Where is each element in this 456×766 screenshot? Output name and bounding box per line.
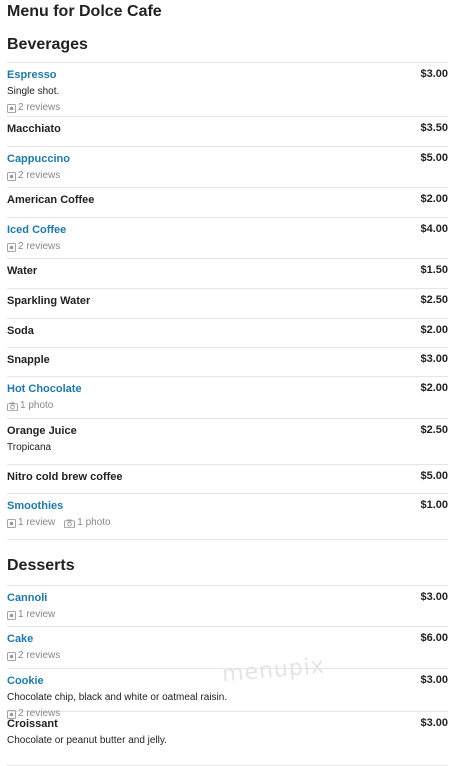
reviews-count: 2 reviews <box>18 650 61 661</box>
menu-item-price: $1.00 <box>420 499 448 511</box>
menu-item-price: $4.00 <box>420 223 448 235</box>
menu-item-name: American Coffee <box>7 194 95 206</box>
menu-item: Sparkling Water $2.50 <box>7 289 448 319</box>
reviews-link[interactable]: 2 reviews <box>6 170 61 182</box>
menu-item: Snapple $3.00 <box>7 348 448 377</box>
reviews-link[interactable]: 2 reviews <box>6 650 61 662</box>
menu-item-price: $5.00 <box>420 152 448 164</box>
reviews-count: 2 reviews <box>18 241 61 252</box>
menu-item: Cannoli $3.00 1 review <box>6 586 448 627</box>
menu-item-description: Single shot. <box>7 86 60 97</box>
section-title-beverages: Beverages <box>7 36 448 63</box>
menu-item-price: $5.00 <box>420 470 448 482</box>
menu-item-price: $1.50 <box>420 264 448 276</box>
menu-item-price: $2.50 <box>420 424 448 436</box>
menu-sections: Beverages Espresso $3.00 Single shot. 2 revi… <box>6 36 448 766</box>
menu-item-name: Soda <box>7 325 34 337</box>
menu-item-name: Macchiato <box>7 123 61 135</box>
menu-item-name: Nitro cold brew coffee <box>7 471 123 483</box>
menu-item-price: $3.00 <box>420 717 448 729</box>
menu-item-name: Sparkling Water <box>7 295 91 307</box>
menu-item-name[interactable]: Hot Chocolate <box>7 383 448 396</box>
menu-item-meta: 1 review 1 photo <box>6 517 448 529</box>
menu-item-meta: 2 reviews <box>6 170 448 182</box>
reviews-link[interactable]: 1 review <box>6 517 56 529</box>
page-title: Menu for Dolce Cafe <box>7 3 162 20</box>
reviews-link[interactable]: 2 reviews <box>6 241 61 253</box>
reviews-count: 1 review <box>18 609 56 620</box>
menu-item-price: $2.50 <box>420 294 448 306</box>
review-icon <box>6 171 16 181</box>
menu-item-name: Snapple <box>7 354 50 366</box>
menu-item-price: $3.00 <box>420 353 448 365</box>
reviews-count: 2 reviews <box>18 102 61 113</box>
photos-link[interactable]: 1 photo <box>7 400 53 412</box>
menu-item-price: $2.00 <box>420 193 448 205</box>
menu-item-meta: 2 reviews <box>6 102 448 114</box>
section-title-desserts: Desserts <box>7 557 448 586</box>
menu-item: Hot Chocolate $2.00 1 photo <box>7 377 448 419</box>
menu-item-description: Tropicana <box>7 442 52 453</box>
menu-item: Cappuccino $5.00 2 reviews <box>6 147 448 188</box>
menu-item-name: Orange Juice <box>7 425 77 437</box>
menu-item-name[interactable]: Espresso <box>7 69 448 82</box>
menu-item-price: $3.00 <box>420 591 448 603</box>
menu-item-meta: 2 reviews <box>6 241 448 253</box>
menu-item-name[interactable]: Cake <box>7 633 448 646</box>
menu-item-description: Chocolate chip, black and white or oatme… <box>7 692 228 703</box>
menu-item-meta: 1 review <box>6 609 448 621</box>
camera-icon <box>7 401 18 411</box>
menu-item-price: $3.50 <box>420 122 448 134</box>
reviews-count: 1 review <box>18 517 56 528</box>
menu-item-description: Chocolate or peanut butter and jelly. <box>7 735 167 746</box>
review-icon <box>6 610 16 620</box>
menu-item: Iced Coffee $4.00 2 reviews <box>6 218 448 259</box>
review-icon <box>6 518 16 528</box>
menu-item-name[interactable]: Smoothies <box>7 500 448 513</box>
menu-item-name[interactable]: Cannoli <box>7 592 448 605</box>
menu-item-name: Water <box>7 265 38 277</box>
menu-item: Smoothies $1.00 1 review 1 photo <box>6 494 448 540</box>
reviews-link[interactable]: 2 reviews <box>6 102 61 114</box>
menu-item: Soda $2.00 <box>7 319 448 348</box>
menu-item: Orange Juice $2.50 Tropicana <box>7 419 448 465</box>
menu-item: Nitro cold brew coffee $5.00 <box>7 465 448 494</box>
menu-item-price: $2.00 <box>420 382 448 394</box>
menu-item-name[interactable]: Iced Coffee <box>7 224 448 237</box>
camera-icon <box>64 518 76 528</box>
menu-item: American Coffee $2.00 <box>7 188 448 218</box>
reviews-link[interactable]: 1 review <box>6 609 56 621</box>
review-icon <box>6 103 16 113</box>
menu-item: Water $1.50 <box>7 259 448 289</box>
menu-item: Croissant $3.00 Chocolate or peanut butter… <box>7 712 448 766</box>
menu-item-meta: 1 photo <box>7 400 448 412</box>
menu-page: Menu for Dolce Cafe Beverages Espresso $3.… <box>0 3 456 766</box>
menu-item-name[interactable]: Cappuccino <box>7 153 448 166</box>
photos-count: 1 photo <box>77 517 111 528</box>
reviews-count: 2 reviews <box>18 170 61 181</box>
menu-item: Macchiato $3.50 <box>7 117 448 147</box>
review-icon <box>6 242 16 252</box>
menu-item-price: $3.00 <box>420 68 448 80</box>
menu-item-price: $2.00 <box>420 324 448 336</box>
menu-item-name: Croissant <box>7 718 58 730</box>
review-icon <box>6 651 16 661</box>
menu-item: Espresso $3.00 Single shot. 2 reviews <box>6 63 448 117</box>
menu-item-meta: 2 reviews <box>6 650 448 662</box>
photos-count: 1 photo <box>20 400 54 411</box>
menu-item-price: $3.00 <box>420 674 448 686</box>
menu-item-price: $6.00 <box>420 632 448 644</box>
photos-link[interactable]: 1 photo <box>64 517 111 529</box>
